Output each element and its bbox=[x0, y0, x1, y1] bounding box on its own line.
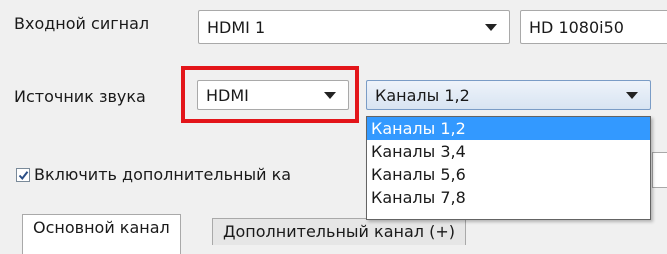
input-signal-value: HDMI 1 bbox=[207, 17, 266, 37]
extra-channel-label[interactable]: Включить дополнительный ка bbox=[34, 165, 291, 185]
dropdown-option-channels-5-6[interactable]: Каналы 5,6 bbox=[367, 163, 650, 186]
dropdown-option-channels-1-2[interactable]: Каналы 1,2 bbox=[367, 117, 650, 140]
audio-source-label: Источник звука bbox=[14, 87, 146, 106]
chevron-down-icon bbox=[485, 23, 497, 31]
checkmark-icon bbox=[18, 170, 28, 180]
input-signal-select[interactable]: HDMI 1 bbox=[198, 10, 510, 44]
video-format-value: HD 1080i50 bbox=[529, 17, 624, 37]
audio-channel-value: Каналы 1,2 bbox=[375, 85, 470, 105]
side-control bbox=[652, 152, 667, 188]
audio-channel-dropdown[interactable]: Каналы 1,2 Каналы 3,4 Каналы 5,6 Каналы … bbox=[366, 116, 651, 220]
dropdown-option-channels-7-8[interactable]: Каналы 7,8 bbox=[367, 186, 650, 209]
video-format-select[interactable]: HD 1080i50 bbox=[520, 10, 667, 44]
input-signal-label: Входной сигнал bbox=[14, 14, 150, 33]
tab-additional-channel[interactable]: Дополнительный канал (+) bbox=[212, 218, 466, 245]
audio-source-value: HDMI bbox=[206, 85, 249, 105]
audio-source-select[interactable]: HDMI bbox=[197, 80, 349, 110]
chevron-down-icon bbox=[626, 91, 638, 99]
tab-main-channel[interactable]: Основной канал bbox=[22, 214, 181, 254]
audio-channel-select[interactable]: Каналы 1,2 bbox=[366, 80, 651, 110]
chevron-down-icon bbox=[324, 91, 336, 99]
dropdown-option-channels-3-4[interactable]: Каналы 3,4 bbox=[367, 140, 650, 163]
extra-channel-checkbox[interactable] bbox=[16, 168, 30, 182]
